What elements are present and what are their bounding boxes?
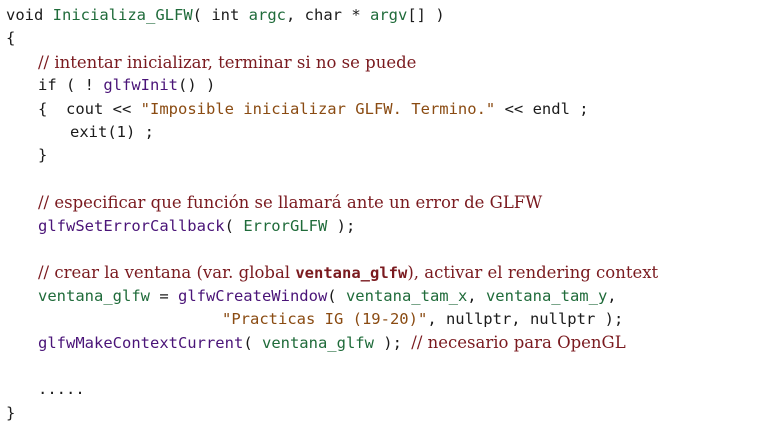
code-line-signature: void Inicializa_GLFW( int argc, char * a…: [6, 4, 658, 27]
param-argc: argc: [248, 6, 286, 24]
comment-var-ventana-glfw: ventana_glfw: [295, 264, 408, 283]
call-glfwSetErrorCallback: glfwSetErrorCallback: [38, 216, 225, 235]
param-argv: argv: [370, 6, 408, 24]
cout-suffix: << endl ;: [495, 99, 589, 118]
cout-prefix: { cout <<: [38, 99, 141, 118]
exit-call: exit(1) ;: [70, 122, 154, 141]
paren-close: );: [327, 216, 356, 235]
code-line-exit: exit(1) ;: [6, 121, 658, 144]
code-line-create-window: ventana_glfw = glfwCreateWindow( ventana…: [6, 285, 658, 308]
comma: ,: [607, 286, 617, 305]
if-suffix: () ): [177, 76, 216, 95]
var-ventana-glfw: ventana_glfw: [38, 286, 150, 305]
code-line-close-brace-inner: }: [6, 144, 658, 167]
comment-text: // crear la ventana (var. global: [38, 263, 296, 283]
call-glfwCreateWindow: glfwCreateWindow: [177, 286, 328, 305]
comment: // especificar que función se llamará an…: [38, 193, 543, 213]
code-line-cout: { cout << "Imposible inicializar GLFW. T…: [6, 98, 658, 121]
string-literal: "Imposible inicializar GLFW. Termino.": [140, 99, 496, 118]
code-line-make-context-current: glfwMakeContextCurrent( ventana_glfw ); …: [6, 331, 658, 354]
paren-open: (: [243, 334, 262, 353]
arg-ventana-tam-y: ventana_tam_y: [485, 286, 608, 305]
paren-close: [] ): [407, 6, 445, 24]
comma: ,: [286, 6, 305, 24]
keyword-void: void: [6, 6, 44, 24]
arg-ventana-glfw: ventana_glfw: [261, 334, 374, 353]
paren-close: );: [373, 334, 412, 353]
keyword-char: char: [304, 6, 342, 24]
comment: // intentar inicializar, terminar si no …: [38, 52, 417, 72]
comment: // necesario para OpenGL: [411, 333, 626, 353]
paren-open: (: [192, 6, 212, 24]
call-glfwMakeContextCurrent: glfwMakeContextCurrent: [38, 334, 244, 353]
open-brace: {: [6, 29, 16, 48]
code-line-comment-window: // crear la ventana (var. global ventana…: [6, 261, 658, 284]
paren-open: (: [327, 286, 346, 305]
code-line-set-error-callback: glfwSetErrorCallback( ErrorGLFW );: [6, 215, 658, 238]
assign: =: [149, 286, 178, 305]
pointer-star: *: [342, 6, 370, 24]
code-line-create-window-cont: "Practicas IG (19-20)", nullptr, nullptr…: [6, 308, 658, 331]
paren-open: (: [224, 216, 244, 235]
call-glfwInit: glfwInit: [103, 76, 178, 95]
if-prefix: if ( !: [38, 76, 104, 95]
code-line-comment-init: // intentar inicializar, terminar si no …: [6, 51, 658, 74]
close-brace: }: [6, 403, 16, 422]
code-line-close-brace: }: [6, 402, 658, 425]
code-line-if: if ( ! glfwInit() ): [6, 74, 658, 97]
arg-ErrorGLFW: ErrorGLFW: [243, 216, 328, 235]
arg-ventana-tam-x: ventana_tam_x: [345, 286, 468, 305]
comment-text: ), activar el rendering context: [407, 263, 659, 283]
comma: ,: [467, 286, 486, 305]
function-name: Inicializa_GLFW: [52, 6, 193, 24]
code-line-ellipsis: .....: [6, 378, 658, 401]
keyword-int: int: [211, 6, 240, 24]
close-brace: }: [38, 146, 48, 165]
args-suffix: , nullptr, nullptr );: [427, 310, 624, 329]
comment: // crear la ventana (var. global ventana…: [38, 263, 658, 282]
code-line-open-brace: {: [6, 27, 658, 50]
ellipsis: .....: [38, 380, 85, 399]
code-listing: void Inicializa_GLFW( int argc, char * a…: [6, 4, 658, 425]
string-literal: "Practicas IG (19-20)": [222, 310, 428, 329]
code-line-comment-error: // especificar que función se llamará an…: [6, 191, 658, 214]
